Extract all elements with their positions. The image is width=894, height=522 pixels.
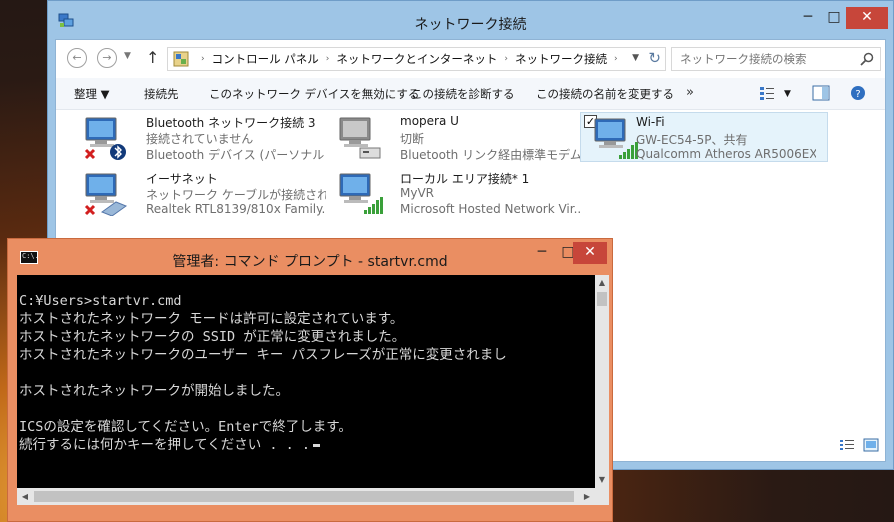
details-view-icon[interactable]	[839, 438, 855, 452]
preview-pane-icon[interactable]	[812, 85, 830, 101]
connection-name: Wi-Fi	[636, 115, 665, 129]
connection-device: Bluetooth デバイス (パーソナル エ...	[146, 148, 326, 162]
text-cursor	[312, 443, 320, 447]
maximize-button[interactable]: □	[821, 7, 847, 29]
modem-icon	[339, 117, 381, 159]
horizontal-scrollbar[interactable]: ◀ ▶	[17, 488, 595, 505]
console-line: ホストされたネットワークの SSID が正常に変更されました。	[19, 329, 406, 345]
connection-device: Qualcomm Atheros AR5006EX...	[636, 147, 816, 161]
connection-name: ローカル エリア接続* 1	[400, 172, 530, 186]
svg-text:?: ?	[855, 89, 860, 100]
minimize-button[interactable]: ─	[795, 7, 821, 29]
connection-device: Bluetooth リンク経由標準モデム #3	[400, 148, 580, 162]
hosted-network-adapter-icon	[339, 173, 383, 214]
list-item-local-area-connection[interactable]: ローカル エリア接続* 1 MyVR Microsoft Hosted Netw…	[326, 168, 580, 218]
view-dropdown-icon[interactable]: ▼	[784, 89, 791, 99]
minimize-button[interactable]: ─	[529, 242, 555, 264]
navigation-bar: ← → ▼ ↑ › コントロール パネル › ネットワークとインターネット › …	[56, 40, 885, 78]
large-icons-view-icon[interactable]	[863, 438, 879, 452]
change-view-icon[interactable]	[759, 85, 777, 101]
rename-button[interactable]: この接続の名前を変更する	[536, 86, 674, 102]
connection-device: Microsoft Hosted Network Vir...	[400, 202, 580, 216]
search-icon[interactable]	[859, 51, 875, 67]
chevron-right-icon[interactable]: ›	[504, 54, 508, 64]
connection-status: 接続されていません	[146, 132, 254, 146]
search-input[interactable]	[672, 48, 856, 70]
forward-button[interactable]: →	[97, 48, 117, 68]
scroll-up-icon[interactable]: ▲	[595, 275, 609, 291]
scroll-thumb[interactable]	[34, 491, 574, 502]
ethernet-adapter-icon	[84, 173, 128, 216]
breadcrumb-network-internet[interactable]: ネットワークとインターネット	[336, 51, 497, 67]
connection-status: ネットワーク ケーブルが接続されていま...	[146, 188, 326, 202]
control-panel-icon	[173, 51, 189, 67]
scroll-left-icon[interactable]: ◀	[17, 488, 33, 505]
help-icon[interactable]: ?	[849, 85, 867, 101]
connection-name: Bluetooth ネットワーク接続 3	[146, 116, 316, 130]
console-line: ホストされたネットワークが開始しました。	[19, 383, 289, 399]
breadcrumb-network-connections[interactable]: ネットワーク接続	[515, 51, 607, 67]
console-line: C:¥Users>startvr.cmd	[19, 293, 182, 309]
command-prompt-window: C:\. 管理者: コマンド プロンプト - startvr.cmd ─ □ ✕…	[7, 238, 613, 522]
connection-device: Realtek RTL8139/810x Family...	[146, 202, 326, 216]
console-line: ホストされたネットワーク モードは許可に設定されています。	[19, 311, 404, 327]
diagnose-button[interactable]: この接続を診断する	[411, 86, 515, 102]
window-title: 管理者: コマンド プロンプト - startvr.cmd	[172, 254, 448, 270]
list-item-ethernet[interactable]: イーサネット ネットワーク ケーブルが接続されていま... Realtek RT…	[72, 168, 326, 218]
scroll-down-icon[interactable]: ▼	[595, 472, 609, 488]
list-item-mopera-u[interactable]: mopera U 切断 Bluetooth リンク経由標準モデム #3	[326, 112, 580, 162]
chevron-right-icon[interactable]: ›	[614, 54, 618, 64]
close-button[interactable]: ✕	[573, 242, 607, 264]
connection-status: GW-EC54-5P、共有	[636, 133, 748, 147]
connection-status: 切断	[400, 132, 425, 146]
console-line: 続行するには何かキーを押してください . . .	[19, 437, 310, 453]
up-arrow-icon[interactable]: ↑	[146, 48, 159, 67]
organize-button[interactable]: 整理 ▼	[74, 86, 110, 102]
connect-to-button[interactable]: 接続先	[144, 86, 179, 102]
scrollbar-corner	[595, 488, 609, 505]
console-line: ICSの設定を確認してください。Enterで終了します。	[19, 419, 352, 435]
connection-name: mopera U	[400, 114, 459, 128]
console-output[interactable]: C:¥Users>startvr.cmd ホストされたネットワーク モードは許可…	[17, 275, 595, 488]
bluetooth-adapter-icon	[84, 117, 126, 160]
disable-device-button[interactable]: このネットワーク デバイスを無効にする	[209, 86, 419, 102]
address-bar[interactable]: › コントロール パネル › ネットワークとインターネット › ネットワーク接続…	[167, 47, 666, 71]
title-bar[interactable]: ネットワーク接続 ─ □ ✕	[48, 1, 893, 39]
chevron-right-icon[interactable]: ›	[326, 54, 330, 64]
search-box[interactable]	[671, 47, 881, 71]
window-title: ネットワーク接続	[414, 17, 527, 33]
list-item-wifi[interactable]: ✓ Wi-Fi GW-EC54-5P、共有 Qualcomm Atheros A…	[580, 112, 828, 162]
wifi-adapter-icon	[594, 118, 638, 159]
scroll-thumb[interactable]	[597, 292, 607, 306]
command-bar: 整理 ▼ 接続先 このネットワーク デバイスを無効にする この接続を診断する こ…	[56, 78, 885, 110]
console-line: ホストされたネットワークのユーザー キー パスフレーズが正常に変更されまし	[19, 347, 507, 363]
connection-status: MyVR	[400, 186, 435, 200]
back-button[interactable]: ←	[67, 48, 87, 68]
vertical-scrollbar[interactable]: ▲ ▼	[595, 275, 609, 488]
view-toggle-group	[839, 438, 879, 455]
address-dropdown-icon[interactable]: ▼	[632, 53, 639, 63]
breadcrumb: › コントロール パネル › ネットワークとインターネット › ネットワーク接続…	[194, 48, 625, 70]
console-line-prompt: 続行するには何かキーを押してください . . .	[17, 436, 595, 454]
scroll-right-icon[interactable]: ▶	[579, 488, 595, 505]
list-item-bluetooth[interactable]: Bluetooth ネットワーク接続 3 接続されていません Bluetooth…	[72, 112, 326, 162]
chevron-right-icon[interactable]: ›	[201, 54, 205, 64]
refresh-icon[interactable]: ↻	[648, 49, 661, 67]
connection-name: イーサネット	[146, 172, 218, 186]
breadcrumb-control-panel[interactable]: コントロール パネル	[212, 51, 319, 67]
close-button[interactable]: ✕	[846, 7, 888, 29]
recent-locations-chevron-icon[interactable]: ▼	[124, 51, 131, 61]
more-commands-button[interactable]: »	[686, 85, 694, 100]
